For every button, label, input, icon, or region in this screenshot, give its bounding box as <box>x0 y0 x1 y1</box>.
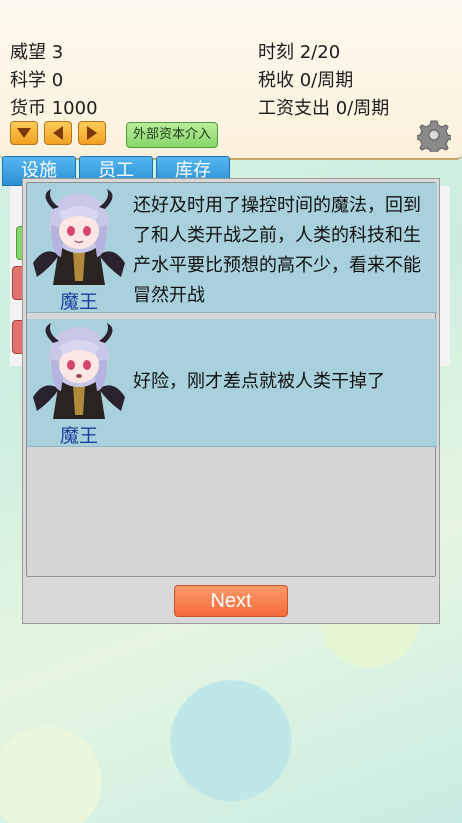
speaker-name: 魔王 <box>59 425 98 447</box>
time-stat: 时刻 2/20 <box>258 42 341 63</box>
speed-down-button[interactable] <box>44 121 72 145</box>
story-dialog: 魔王 还好及时用了操控时间的魔法，回到了和人类开战之前，人类的科技和生产水平要比… <box>22 178 440 624</box>
collapse-button[interactable] <box>10 121 38 145</box>
dialog-message: 魔王 好险，刚才差点就被人类干掉了 <box>27 319 437 447</box>
triangle-left-icon <box>53 126 63 140</box>
next-button[interactable]: Next <box>174 585 288 617</box>
dialog-message: 魔王 还好及时用了操控时间的魔法，回到了和人类开战之前，人类的科技和生产水平要比… <box>27 183 437 313</box>
chevron-down-icon <box>17 128 31 138</box>
prestige-stat: 威望 3 <box>10 42 64 63</box>
stats-panel: 威望 3 科学 0 货币 1000 时刻 2/20 税收 0/周期 工资支出 0… <box>0 0 462 160</box>
speaker-name: 魔王 <box>59 291 98 313</box>
tax-stat: 税收 0/周期 <box>258 70 354 91</box>
settings-button[interactable] <box>415 118 453 155</box>
currency-stat: 货币 1000 <box>10 98 98 119</box>
wages-stat: 工资支出 0/周期 <box>258 98 390 119</box>
speed-up-button[interactable] <box>78 121 106 145</box>
message-text: 还好及时用了操控时间的魔法，回到了和人类开战之前，人类的科技和生产水平要比预想的… <box>133 195 421 306</box>
dialog-message-list: 魔王 还好及时用了操控时间的魔法，回到了和人类开战之前，人类的科技和生产水平要比… <box>26 182 437 577</box>
external-capital-button[interactable]: 外部资本介入 <box>126 122 219 148</box>
demon-king-avatar <box>33 323 125 419</box>
demon-king-avatar <box>33 189 125 285</box>
gear-icon <box>415 120 453 155</box>
science-stat: 科学 0 <box>10 70 64 91</box>
triangle-right-icon <box>87 126 97 140</box>
message-text: 好险，刚才差点就被人类干掉了 <box>133 371 385 392</box>
